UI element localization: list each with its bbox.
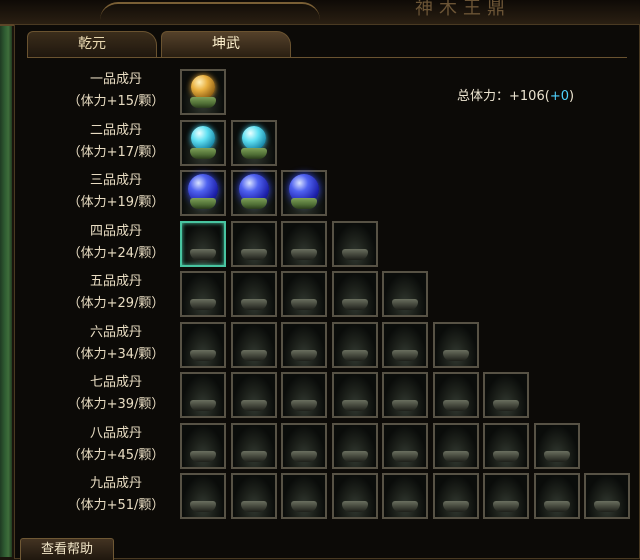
- pill-slot-empty[interactable]: [483, 473, 529, 519]
- pill-slot-empty[interactable]: [331, 271, 378, 317]
- pill-slot-filled[interactable]: [281, 170, 327, 216]
- pill-slot-empty[interactable]: [331, 220, 378, 267]
- tier-bonus: （体力+51/颗）: [67, 498, 165, 513]
- tab-qianyuan[interactable]: 乾元: [27, 31, 157, 57]
- gold-pill-orb-icon: [191, 75, 215, 99]
- tier-label: 七品成丹 （体力+39/颗）: [51, 372, 181, 423]
- tier-label: 九品成丹 （体力+51/颗）: [51, 473, 181, 524]
- tab-bar: 乾元 坤武: [27, 31, 291, 58]
- tab-divider: [27, 57, 627, 58]
- pill-slot-empty[interactable]: [180, 473, 226, 519]
- tier-label: 三品成丹 （体力+19/颗）: [51, 170, 181, 221]
- pill-slot-empty[interactable]: [533, 422, 580, 469]
- tier-name: 九品成丹: [89, 476, 142, 491]
- blue-pill-orb-icon: [238, 174, 269, 204]
- tier-name: 五品成丹: [89, 274, 142, 289]
- tier-bonus: （体力+29/颗）: [67, 296, 165, 311]
- ornament-decoration: [100, 2, 320, 22]
- tier-name: 二品成丹: [89, 122, 142, 138]
- pill-slot-empty[interactable]: [382, 473, 428, 519]
- tier-bonus: （体力+34/颗）: [67, 346, 165, 362]
- tier-label: 四品成丹 （体力+24/颗）: [51, 221, 181, 272]
- pill-slot-empty[interactable]: [382, 422, 428, 469]
- pill-slot-empty[interactable]: [281, 321, 327, 368]
- pill-slot-empty[interactable]: [584, 473, 630, 519]
- tier-name: 四品成丹: [89, 223, 142, 239]
- pill-slot-empty[interactable]: [180, 220, 226, 267]
- pill-slot-filled[interactable]: [230, 170, 277, 216]
- pill-slot-empty[interactable]: [180, 422, 226, 469]
- pill-slot-filled[interactable]: [180, 119, 226, 166]
- pill-slot-empty[interactable]: [281, 220, 327, 267]
- pill-slot-empty[interactable]: [331, 321, 378, 368]
- tier-bonus: （体力+45/颗）: [67, 447, 165, 463]
- pill-slot-empty[interactable]: [331, 473, 378, 519]
- tier-bonus: （体力+17/颗）: [67, 144, 165, 160]
- pill-slot-empty[interactable]: [483, 422, 529, 469]
- tier-label: 一品成丹 （体力+15/颗）: [51, 69, 181, 120]
- pill-slot-empty[interactable]: [432, 372, 479, 418]
- pill-slot-empty[interactable]: [230, 271, 277, 317]
- tab-kunwu[interactable]: 坤武: [161, 31, 291, 57]
- pill-slot-empty[interactable]: [281, 271, 327, 317]
- tier-bonus: （体力+19/颗）: [67, 195, 165, 210]
- pill-slot-empty[interactable]: [281, 422, 327, 469]
- top-frame: 神木王鼎: [0, 0, 640, 26]
- pill-slot-empty[interactable]: [533, 473, 580, 519]
- pill-slot-empty[interactable]: [230, 321, 277, 368]
- tier-name: 三品成丹: [89, 173, 142, 188]
- tier-label: 五品成丹 （体力+29/颗）: [51, 271, 181, 322]
- pill-slot-empty[interactable]: [432, 473, 479, 519]
- pill-slot-empty[interactable]: [281, 473, 327, 519]
- pill-slot-grid: [180, 69, 640, 529]
- pill-slot-empty[interactable]: [230, 372, 277, 418]
- blue-pill-orb-icon: [188, 174, 218, 204]
- tier-label: 六品成丹 （体力+34/颗）: [51, 322, 181, 373]
- pill-slot-empty[interactable]: [382, 271, 428, 317]
- pill-slot-empty[interactable]: [331, 422, 378, 469]
- tier-label: 八品成丹 （体力+45/颗）: [51, 423, 181, 474]
- pill-panel: 乾元 坤武 总体力：+106(+0) 一品成丹 （体力+15/颗） 二品成丹 （体力…: [14, 24, 640, 559]
- tier-name: 八品成丹: [89, 425, 142, 441]
- tier-label: 二品成丹 （体力+17/颗）: [51, 120, 181, 171]
- pill-slot-empty[interactable]: [281, 372, 327, 418]
- blue-pill-orb-icon: [289, 174, 319, 204]
- pill-slot-filled[interactable]: [180, 69, 226, 115]
- cyan-pill-orb-icon: [241, 125, 266, 150]
- tier-bonus: （体力+15/颗）: [67, 94, 165, 109]
- pill-slot-empty[interactable]: [180, 372, 226, 418]
- tier-name: 七品成丹: [89, 375, 142, 390]
- pill-slot-empty[interactable]: [230, 220, 277, 267]
- tier-bonus: （体力+39/颗）: [67, 397, 165, 412]
- pill-slot-empty[interactable]: [230, 422, 277, 469]
- tier-labels: 一品成丹 （体力+15/颗） 二品成丹 （体力+17/颗） 三品成丹 （体力+19/颗…: [51, 69, 181, 524]
- pill-slot-empty[interactable]: [180, 321, 226, 368]
- pill-slot-empty[interactable]: [432, 321, 479, 368]
- tier-name: 一品成丹: [89, 72, 142, 87]
- window-title: 神木王鼎: [415, 0, 511, 19]
- tier-bonus: （体力+24/颗）: [67, 245, 165, 261]
- pill-slot-empty[interactable]: [230, 473, 277, 519]
- left-background-edge: [0, 0, 12, 557]
- pill-slot-empty[interactable]: [331, 372, 378, 418]
- cyan-pill-orb-icon: [191, 125, 215, 150]
- pill-slot-filled[interactable]: [230, 119, 277, 166]
- pill-slot-empty[interactable]: [382, 372, 428, 418]
- pill-slot-empty[interactable]: [432, 422, 479, 469]
- tier-name: 六品成丹: [89, 324, 142, 340]
- pill-slot-empty[interactable]: [180, 271, 226, 317]
- pill-slot-filled[interactable]: [180, 170, 226, 216]
- pill-slot-empty[interactable]: [483, 372, 529, 418]
- pill-slot-empty[interactable]: [382, 321, 428, 368]
